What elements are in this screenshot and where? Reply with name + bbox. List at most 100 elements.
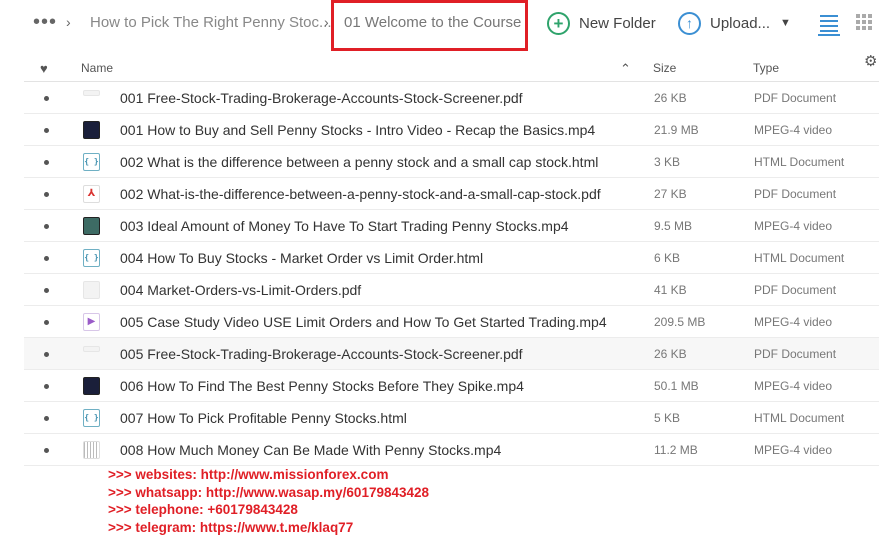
chevron-down-icon[interactable]: ▼ — [780, 17, 791, 29]
file-size: 9.5 MB — [654, 219, 693, 233]
file-row[interactable]: ▶ 005 Case Study Video USE Limit Orders a… — [24, 306, 879, 338]
pdf-file-icon — [83, 281, 100, 299]
file-type: MPEG-4 video — [754, 315, 833, 329]
file-row[interactable]: 006 How To Find The Best Penny Stocks Be… — [24, 370, 879, 402]
file-size: 41 KB — [654, 283, 687, 297]
html-file-icon: { } — [83, 153, 100, 171]
overlay-text-line: >>> whatsapp: http://www.wasap.my/601798… — [108, 484, 430, 500]
file-name[interactable]: 007 How To Pick Profitable Penny Stocks.… — [120, 410, 407, 426]
file-type: HTML Document — [754, 411, 845, 425]
video-thumbnail-icon — [83, 377, 100, 395]
settings-gear-icon[interactable]: ⚙ — [864, 52, 877, 70]
file-size: 21.9 MB — [654, 123, 699, 137]
breadcrumb-current-folder: 01 Welcome to the Course — [344, 14, 522, 31]
file-size: 6 KB — [654, 251, 681, 265]
favorite-dot-icon[interactable] — [44, 128, 49, 133]
breadcrumb-separator-icon: › — [324, 14, 329, 30]
favorite-dot-icon[interactable] — [44, 448, 49, 453]
favorite-dot-icon[interactable] — [44, 288, 49, 293]
file-name[interactable]: 001 How to Buy and Sell Penny Stocks - I… — [120, 122, 595, 138]
upload-arrow-icon: ↑ — [678, 11, 701, 35]
file-name[interactable]: 005 Free-Stock-Trading-Brokerage-Account… — [120, 346, 523, 362]
file-row[interactable]: 004 Market-Orders-vs-Limit-Orders.pdf 41 … — [24, 274, 879, 306]
file-name[interactable]: 006 How To Find The Best Penny Stocks Be… — [120, 378, 524, 394]
file-name[interactable]: 008 How Much Money Can Be Made With Penn… — [120, 442, 501, 458]
pdf-file-icon — [83, 346, 100, 352]
file-type: PDF Document — [754, 347, 837, 361]
file-type: MPEG-4 video — [754, 123, 833, 137]
column-header-name[interactable]: Name — [81, 61, 113, 75]
file-type: PDF Document — [754, 187, 837, 201]
file-row[interactable]: 001 How to Buy and Sell Penny Stocks - I… — [24, 114, 879, 146]
column-header-size[interactable]: Size — [653, 61, 676, 75]
file-row[interactable]: ⅄ 002 What-is-the-difference-between-a-pe… — [24, 178, 879, 210]
file-type: HTML Document — [754, 155, 845, 169]
file-type: PDF Document — [754, 283, 837, 297]
overlay-text-line: >>> websites: http://www.missionforex.co… — [108, 467, 389, 482]
file-row[interactable]: 003 Ideal Amount of Money To Have To Sta… — [24, 210, 879, 242]
video-thumbnail-icon — [83, 121, 100, 139]
upload-label: Upload... — [710, 14, 771, 32]
favorite-dot-icon[interactable] — [44, 224, 49, 229]
video-file-icon: ▶ — [83, 313, 100, 331]
top-bar: ••• › How to Pick The Right Penny Stoc..… — [0, 0, 879, 51]
file-size: 11.2 MB — [654, 443, 698, 457]
file-name[interactable]: 003 Ideal Amount of Money To Have To Sta… — [120, 218, 569, 234]
favorite-dot-icon[interactable] — [44, 384, 49, 389]
file-size: 209.5 MB — [654, 315, 706, 329]
video-thumbnail-icon — [83, 217, 100, 235]
file-name[interactable]: 004 Market-Orders-vs-Limit-Orders.pdf — [120, 282, 361, 298]
favorite-dot-icon[interactable] — [44, 96, 49, 101]
file-size: 5 KB — [654, 411, 681, 425]
list-view-icon[interactable] — [818, 12, 840, 36]
overlay-text-line: >>> telephone: +60179843428 — [108, 502, 298, 517]
new-folder-button[interactable]: + New Folder — [547, 10, 656, 36]
favorite-dot-icon[interactable] — [44, 416, 49, 421]
more-breadcrumbs-button[interactable]: ••• — [33, 12, 57, 32]
file-type: PDF Document — [754, 91, 837, 105]
file-name[interactable]: 005 Case Study Video USE Limit Orders an… — [120, 314, 607, 330]
favorite-dot-icon[interactable] — [44, 352, 49, 357]
sort-ascending-icon[interactable]: ⌃ — [620, 61, 631, 77]
breadcrumb-separator-icon: › — [66, 14, 71, 30]
file-type: MPEG-4 video — [754, 379, 833, 393]
file-type: MPEG-4 video — [754, 443, 833, 457]
overlay-text-line: >>> telegram: https://www.t.me/klaq77 — [108, 519, 354, 535]
file-row[interactable]: 008 How Much Money Can Be Made With Penn… — [24, 434, 879, 466]
file-size: 27 KB — [654, 187, 687, 201]
grid-view-icon[interactable] — [856, 14, 872, 30]
pdf-file-icon: ⅄ — [83, 185, 100, 203]
plus-circle-icon: + — [547, 11, 570, 35]
favorite-dot-icon[interactable] — [44, 160, 49, 165]
file-list: 001 Free-Stock-Trading-Brokerage-Account… — [24, 82, 879, 466]
favorite-dot-icon[interactable] — [44, 192, 49, 197]
file-name[interactable]: 004 How To Buy Stocks - Market Order vs … — [120, 250, 483, 266]
video-thumbnail-icon — [83, 441, 100, 459]
html-file-icon: { } — [83, 409, 100, 427]
favorite-heart-icon[interactable]: ♥ — [40, 61, 48, 76]
overlay-contact-text: >>> websites: http://www.missionforex.co… — [108, 466, 429, 536]
file-list-header: ♥ Name ⌃ Size Type — [24, 52, 879, 82]
file-row[interactable]: 001 Free-Stock-Trading-Brokerage-Account… — [24, 82, 879, 114]
column-header-type[interactable]: Type — [753, 61, 779, 75]
file-size: 3 KB — [654, 155, 681, 169]
new-folder-label: New Folder — [579, 14, 656, 32]
file-type: MPEG-4 video — [754, 219, 833, 233]
favorite-dot-icon[interactable] — [44, 320, 49, 325]
file-size: 26 KB — [654, 91, 687, 105]
file-name[interactable]: 002 What is the difference between a pen… — [120, 154, 598, 170]
file-size: 26 KB — [654, 347, 687, 361]
file-type: HTML Document — [754, 251, 845, 265]
file-name[interactable]: 001 Free-Stock-Trading-Brokerage-Account… — [120, 90, 523, 106]
html-file-icon: { } — [83, 249, 100, 267]
file-size: 50.1 MB — [654, 379, 699, 393]
upload-button[interactable]: ↑ Upload... ▼ — [678, 10, 791, 36]
file-row[interactable]: 005 Free-Stock-Trading-Brokerage-Account… — [24, 338, 879, 370]
pdf-file-icon — [83, 90, 100, 96]
file-row[interactable]: { } 007 How To Pick Profitable Penny Stoc… — [24, 402, 879, 434]
breadcrumb-parent-folder[interactable]: How to Pick The Right Penny Stoc... — [90, 14, 332, 31]
file-row[interactable]: { } 004 How To Buy Stocks - Market Order … — [24, 242, 879, 274]
file-name[interactable]: 002 What-is-the-difference-between-a-pen… — [120, 186, 601, 202]
favorite-dot-icon[interactable] — [44, 256, 49, 261]
file-row[interactable]: { } 002 What is the difference between a … — [24, 146, 879, 178]
